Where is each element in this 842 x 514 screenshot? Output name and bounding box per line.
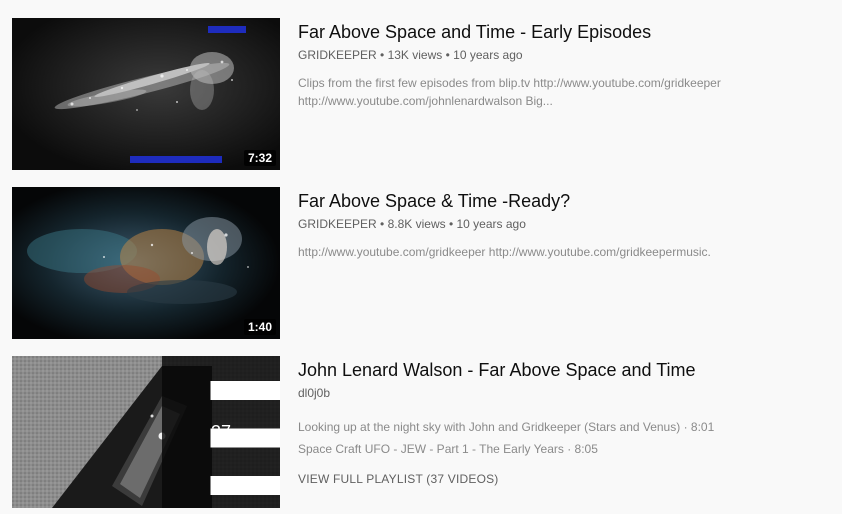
video-metadata: Far Above Space & Time -Ready? GRIDKEEPE… [298,187,832,261]
byline-separator: • [448,217,454,231]
upload-age: 10 years ago [456,217,526,231]
playlist-item[interactable]: Looking up at the night sky with John an… [298,416,832,438]
byline-separator: • [445,48,450,62]
playlist-metadata: John Lenard Walson - Far Above Space and… [298,356,832,488]
channel-name[interactable]: GRIDKEEPER [298,217,377,231]
playlist-result: 37 John Lenard Walson - Far Above Space … [12,356,832,508]
video-description: Clips from the first few episodes from b… [298,74,828,110]
video-metadata: Far Above Space and Time - Early Episode… [298,18,832,110]
byline-separator: • [380,217,385,231]
channel-name[interactable]: dl0j0b [298,386,330,400]
view-count: 13K views [387,48,443,62]
playlist-thumbnail[interactable]: 37 [12,356,280,508]
video-result: 7:32 Far Above Space and Time - Early Ep… [12,18,832,170]
playlist-overlay: 37 [162,356,280,508]
playlist-byline: dl0j0b [298,384,832,402]
playlist-title[interactable]: John Lenard Walson - Far Above Space and… [298,358,832,382]
channel-name[interactable]: GRIDKEEPER [298,48,377,62]
description-line: http://www.youtube.com/gridkeeper http:/… [298,245,711,259]
thumbnail-image-space-streak [12,18,280,170]
view-full-playlist-link[interactable]: VIEW FULL PLAYLIST (37 VIDEOS) [298,470,832,488]
view-count: 8.8K views [387,217,446,231]
video-title[interactable]: Far Above Space & Time -Ready? [298,189,832,213]
video-duration: 7:32 [243,150,276,166]
playlist-items: Looking up at the night sky with John an… [298,416,832,460]
thumbnail-image-nebula [12,187,280,339]
upload-age: 10 years ago [453,48,523,62]
video-result: 1:40 Far Above Space & Time -Ready? GRID… [12,187,832,339]
video-thumbnail[interactable]: 1:40 [12,187,280,339]
description-line: Clips from the first few episodes from b… [298,76,721,90]
video-description: http://www.youtube.com/gridkeeper http:/… [298,243,828,261]
search-results: 7:32 Far Above Space and Time - Early Ep… [0,0,842,514]
byline-separator: • [380,48,385,62]
playlist-item[interactable]: Space Craft UFO - JEW - Part 1 - The Ear… [298,438,832,460]
video-byline: GRIDKEEPER • 8.8K views • 10 years ago [298,215,832,233]
video-title[interactable]: Far Above Space and Time - Early Episode… [298,20,832,44]
description-line: http://www.youtube.com/johnlenardwalson … [298,94,553,108]
video-thumbnail[interactable]: 7:32 [12,18,280,170]
video-duration: 1:40 [243,319,276,335]
video-byline: GRIDKEEPER • 13K views • 10 years ago [298,46,832,64]
